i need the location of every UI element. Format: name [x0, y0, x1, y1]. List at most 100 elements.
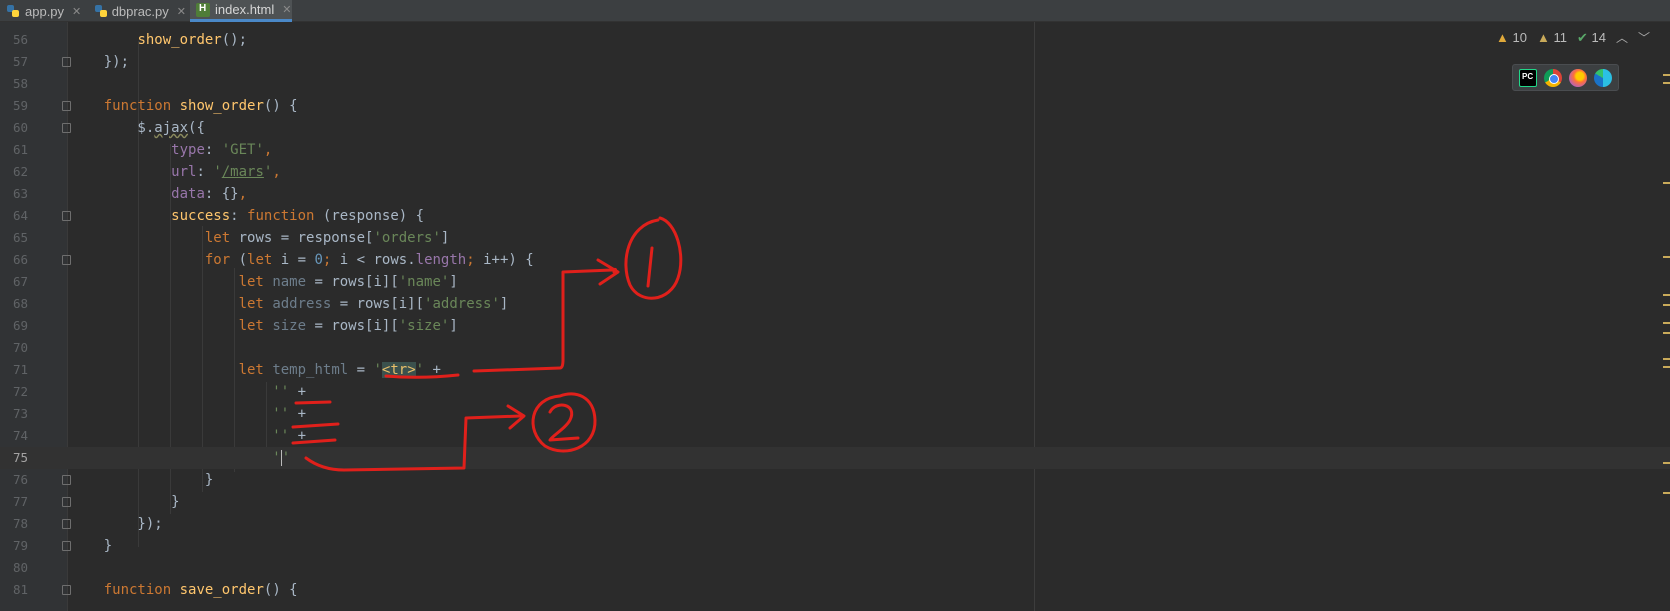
code-line[interactable]: 76 }	[0, 469, 1670, 491]
stripe-mark[interactable]	[1663, 462, 1670, 464]
line-number: 69	[12, 318, 28, 333]
firefox-icon[interactable]	[1569, 68, 1587, 87]
chrome-icon[interactable]	[1544, 68, 1562, 87]
stripe-mark[interactable]	[1663, 322, 1670, 324]
code-text: function save_order() {	[103, 582, 298, 598]
line-number: 65	[12, 230, 28, 245]
error-stripe[interactable]	[1662, 22, 1670, 611]
line-number: 78	[12, 516, 28, 531]
tab-label: app.py	[25, 3, 65, 19]
code-line[interactable]: 68 let address = rows[i]['address']	[0, 293, 1670, 315]
code-line[interactable]: 73 '' +	[0, 403, 1670, 425]
code-line[interactable]: 70	[0, 337, 1670, 359]
chevron-up-icon[interactable]: ︿	[1616, 29, 1628, 46]
code-line[interactable]: 80	[0, 557, 1670, 579]
edge-icon[interactable]	[1594, 68, 1612, 87]
stripe-mark[interactable]	[1663, 492, 1670, 494]
code-line[interactable]: 78 });	[0, 513, 1670, 535]
open-in-browser-toolbar	[1512, 64, 1619, 91]
code-text: });	[70, 516, 163, 532]
code-line[interactable]: 63 data: {},	[0, 183, 1670, 205]
code-line[interactable]: 69 let size = rows[i]['size']	[0, 315, 1670, 337]
close-icon[interactable]: ✕	[177, 5, 186, 18]
stripe-mark[interactable]	[1663, 304, 1670, 306]
code-line[interactable]: 62 url: '/mars',	[0, 161, 1670, 183]
code-line[interactable]: 74 '' +	[0, 425, 1670, 447]
tab-label: dbprac.py	[111, 3, 169, 19]
code-text: let temp_html = '<tr>' +	[238, 362, 441, 378]
line-number: 75	[12, 450, 28, 465]
ok-count[interactable]: ✔ 14	[1577, 30, 1606, 46]
tab-label: index.html	[215, 2, 275, 17]
stripe-mark[interactable]	[1663, 82, 1670, 84]
stripe-mark[interactable]	[1663, 256, 1670, 258]
code-text: url: '/mars',	[171, 164, 281, 180]
code-line[interactable]: 67 let name = rows[i]['name']	[0, 271, 1670, 293]
warning-icon: ▲	[1496, 30, 1509, 45]
line-number: 61	[12, 142, 28, 157]
code-text: type: 'GET',	[171, 142, 273, 158]
code-text: '' +	[272, 428, 307, 444]
code-line[interactable]: 81 function save_order() {	[0, 579, 1670, 601]
stripe-mark[interactable]	[1663, 294, 1670, 296]
warning-count[interactable]: ▲ 10	[1496, 30, 1527, 45]
code-text: data: {},	[171, 186, 248, 202]
line-number: 62	[12, 164, 28, 179]
code-text: $.ajax({	[70, 120, 205, 136]
line-number: 77	[12, 494, 28, 509]
code-text: }	[70, 472, 214, 488]
code-line[interactable]: 60 $.ajax({	[0, 117, 1670, 139]
stripe-mark[interactable]	[1663, 332, 1670, 334]
tab-dbprac-py[interactable]: dbprac.py ✕	[88, 0, 186, 22]
close-icon[interactable]: ✕	[282, 3, 291, 16]
code-line[interactable]: 66 for (let i = 0; i < rows.length; i++)…	[0, 249, 1670, 271]
check-icon: ✔	[1576, 29, 1588, 45]
code-text: function show_order() {	[103, 98, 298, 114]
line-number: 81	[12, 582, 28, 597]
code-line[interactable]: 56 show_order();	[0, 29, 1670, 51]
code-text: '' +	[272, 384, 307, 400]
line-number: 67	[12, 274, 28, 289]
line-number: 73	[12, 406, 28, 421]
weak-warning-count[interactable]: ▲ 11	[1537, 30, 1567, 45]
code-text: show_order();	[137, 32, 248, 48]
line-number: 56	[12, 32, 28, 47]
code-line[interactable]: 64 success: function (response) {	[0, 205, 1670, 227]
tab-app-py[interactable]: app.py ✕	[0, 0, 84, 22]
line-number: 79	[12, 538, 28, 553]
code-text: let rows = response['orders']	[204, 230, 450, 246]
stripe-mark[interactable]	[1663, 366, 1670, 368]
line-number: 80	[12, 560, 28, 575]
line-number: 76	[12, 472, 28, 487]
stripe-mark[interactable]	[1663, 358, 1670, 360]
code-line[interactable]: 57 });	[0, 51, 1670, 73]
line-number: 57	[12, 54, 28, 69]
code-text: let name = rows[i]['name']	[238, 274, 458, 290]
weak-warning-icon: ▲	[1536, 30, 1550, 45]
pycharm-icon[interactable]	[1519, 68, 1537, 87]
code-line[interactable]: 72 '' +	[0, 381, 1670, 403]
stripe-mark[interactable]	[1663, 74, 1670, 76]
ok-count-label: 14	[1591, 29, 1606, 45]
code-line-current[interactable]: 75 ''	[0, 447, 1670, 469]
editor-tab-bar: app.py ✕ dbprac.py ✕ index.html ✕	[0, 0, 1670, 22]
code-text: success: function (response) {	[171, 208, 425, 224]
code-line[interactable]: 77 }	[0, 491, 1670, 513]
weak-warning-count-label: 11	[1553, 30, 1567, 45]
line-number: 68	[12, 296, 28, 311]
code-line[interactable]: 61 type: 'GET',	[0, 139, 1670, 161]
html-file-icon	[196, 2, 210, 17]
tab-index-html[interactable]: index.html ✕	[190, 0, 292, 22]
code-line[interactable]: 58	[0, 73, 1670, 95]
code-text: '' +	[272, 406, 307, 422]
stripe-mark[interactable]	[1663, 182, 1670, 184]
inspection-widget[interactable]: ▲ 10 ▲ 11 ✔ 14 ︿ ﹀	[1496, 29, 1650, 46]
code-line[interactable]: 65 let rows = response['orders']	[0, 227, 1670, 249]
close-icon[interactable]: ✕	[72, 5, 81, 18]
code-line[interactable]: 71 let temp_html = '<tr>' +	[0, 359, 1670, 381]
line-number: 58	[12, 76, 28, 91]
chevron-down-icon[interactable]: ﹀	[1638, 29, 1650, 46]
code-line[interactable]: 79 }	[0, 535, 1670, 557]
code-text: for (let i = 0; i < rows.length; i++) {	[204, 252, 534, 268]
code-line[interactable]: 59 function show_order() {	[0, 95, 1670, 117]
